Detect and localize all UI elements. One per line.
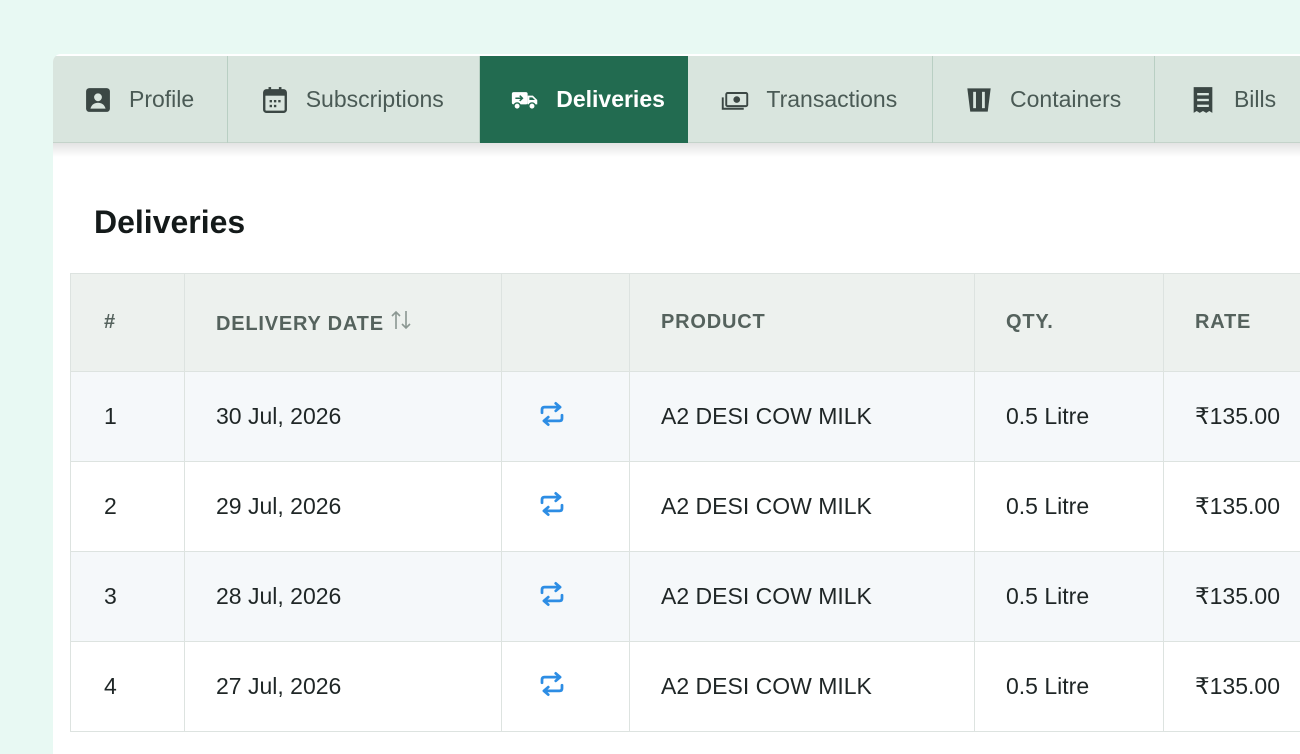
calendar-icon	[261, 86, 289, 114]
repeat-cell	[502, 642, 630, 732]
product-name: A2 DESI COW MILK	[630, 372, 975, 462]
row-number: 3	[71, 552, 185, 642]
repeat-icon	[537, 408, 567, 434]
quantity: 0.5 Litre	[975, 462, 1164, 552]
delivery-date: 27 Jul, 2026	[185, 642, 502, 732]
repeat-cell	[502, 552, 630, 642]
column-header-number: #	[71, 274, 185, 372]
delivery-truck-icon	[511, 86, 539, 114]
rate: ₹135.00	[1164, 372, 1300, 462]
repeat-icon	[537, 588, 567, 614]
tab-bills[interactable]: Bills	[1155, 56, 1300, 143]
column-header-qty: QTY.	[975, 274, 1164, 372]
table-row[interactable]: 1 30 Jul, 2026 A2 DESI COW MILK 0.5 Litr…	[71, 372, 1300, 462]
repeat-cell	[502, 372, 630, 462]
tab-label: Transactions	[766, 86, 897, 113]
quantity: 0.5 Litre	[975, 372, 1164, 462]
tab-profile[interactable]: Profile	[53, 56, 228, 143]
tab-label: Containers	[1010, 86, 1121, 113]
repeat-icon	[537, 678, 567, 704]
tab-transactions[interactable]: Transactions	[688, 56, 933, 143]
profile-icon	[84, 86, 112, 114]
tab-label: Profile	[129, 86, 194, 113]
deliveries-card: Profile Subscriptions Deliveries Transac…	[53, 54, 1300, 754]
table-row[interactable]: 3 28 Jul, 2026 A2 DESI COW MILK 0.5 Litr…	[71, 552, 1300, 642]
tab-divider	[53, 143, 1300, 157]
container-icon	[965, 86, 993, 114]
tab-label: Deliveries	[556, 86, 665, 113]
repeat-icon	[537, 498, 567, 524]
product-name: A2 DESI COW MILK	[630, 642, 975, 732]
tab-label: Bills	[1234, 86, 1276, 113]
rate: ₹135.00	[1164, 552, 1300, 642]
product-name: A2 DESI COW MILK	[630, 552, 975, 642]
repeat-cell	[502, 462, 630, 552]
column-header-rate: RATE	[1164, 274, 1300, 372]
delivery-date: 30 Jul, 2026	[185, 372, 502, 462]
deliveries-table: # DELIVERY DATE PRODUCT QTY. RATE 1 30 J…	[70, 273, 1300, 732]
rate: ₹135.00	[1164, 462, 1300, 552]
tab-deliveries[interactable]: Deliveries	[480, 56, 688, 143]
page-title: Deliveries	[94, 204, 245, 241]
row-number: 4	[71, 642, 185, 732]
product-name: A2 DESI COW MILK	[630, 462, 975, 552]
tab-containers[interactable]: Containers	[933, 56, 1155, 143]
row-number: 2	[71, 462, 185, 552]
quantity: 0.5 Litre	[975, 552, 1164, 642]
tab-label: Subscriptions	[306, 86, 444, 113]
column-header-type	[502, 274, 630, 372]
row-number: 1	[71, 372, 185, 462]
money-icon	[721, 86, 749, 114]
sort-icon[interactable]	[389, 308, 413, 338]
column-header-delivery-date[interactable]: DELIVERY DATE	[185, 274, 502, 372]
tab-bar: Profile Subscriptions Deliveries Transac…	[53, 56, 1300, 143]
column-header-label: DELIVERY DATE	[216, 313, 384, 335]
table-header-row: # DELIVERY DATE PRODUCT QTY. RATE	[71, 274, 1300, 372]
receipt-icon	[1189, 86, 1217, 114]
quantity: 0.5 Litre	[975, 642, 1164, 732]
tab-subscriptions[interactable]: Subscriptions	[228, 56, 481, 143]
rate: ₹135.00	[1164, 642, 1300, 732]
delivery-date: 29 Jul, 2026	[185, 462, 502, 552]
table-row[interactable]: 2 29 Jul, 2026 A2 DESI COW MILK 0.5 Litr…	[71, 462, 1300, 552]
table-row[interactable]: 4 27 Jul, 2026 A2 DESI COW MILK 0.5 Litr…	[71, 642, 1300, 732]
delivery-date: 28 Jul, 2026	[185, 552, 502, 642]
column-header-product: PRODUCT	[630, 274, 975, 372]
